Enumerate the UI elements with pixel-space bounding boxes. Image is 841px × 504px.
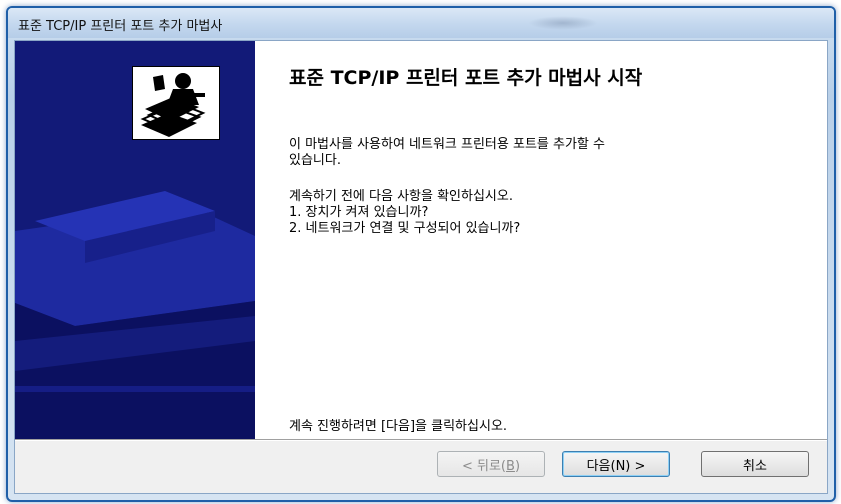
intro-line-1: 이 마법사를 사용하여 네트워크 프린터용 포트를 추가할 수: [289, 137, 605, 152]
wizard-content: 표준 TCP/IP 프린터 포트 추가 마법사 시작 이 마법사를 사용하여 네…: [255, 41, 827, 439]
wizard-heading: 표준 TCP/IP 프린터 포트 추가 마법사 시작: [289, 67, 643, 89]
checklist-intro: 계속하기 전에 다음 사항을 확인하십시오.: [289, 189, 513, 204]
back-button[interactable]: < 뒤로(B): [437, 451, 545, 477]
window-title: 표준 TCP/IP 프린터 포트 추가 마법사: [18, 19, 223, 34]
wizard-banner: [15, 41, 255, 439]
title-bar-blur: [528, 16, 598, 30]
back-label-pre: < 뒤로(: [461, 458, 507, 474]
continue-instruction: 계속 진행하려면 [다음]을 클릭하십시오.: [289, 419, 508, 434]
intro-text: 이 마법사를 사용하여 네트워크 프린터용 포트를 추가할 수 있습니다.: [289, 137, 605, 169]
wizard-window: 표준 TCP/IP 프린터 포트 추가 마법사 표준 TCP/IP 프린터 포트…: [6, 6, 836, 502]
back-mnemonic: B: [506, 458, 515, 474]
back-label-post: ): [514, 458, 521, 474]
checklist: 계속하기 전에 다음 사항을 확인하십시오. 1. 장치가 켜져 있습니까? 2…: [289, 189, 520, 237]
wizard-client-area: 표준 TCP/IP 프린터 포트 추가 마법사 시작 이 마법사를 사용하여 네…: [14, 40, 828, 494]
checklist-item-2: 2. 네트워크가 연결 및 구성되어 있습니까?: [289, 221, 521, 236]
title-bar[interactable]: 표준 TCP/IP 프린터 포트 추가 마법사: [8, 8, 834, 38]
button-separator: [15, 439, 827, 441]
next-button[interactable]: 다음(N) >: [562, 451, 670, 477]
printer-port-wizard-icon: [132, 66, 220, 140]
cancel-label: 취소: [743, 458, 767, 474]
checklist-item-1: 1. 장치가 켜져 있습니까?: [289, 205, 429, 220]
cancel-button[interactable]: 취소: [701, 451, 809, 477]
next-label: 다음(N) >: [586, 458, 646, 474]
intro-line-2: 있습니다.: [289, 153, 341, 168]
